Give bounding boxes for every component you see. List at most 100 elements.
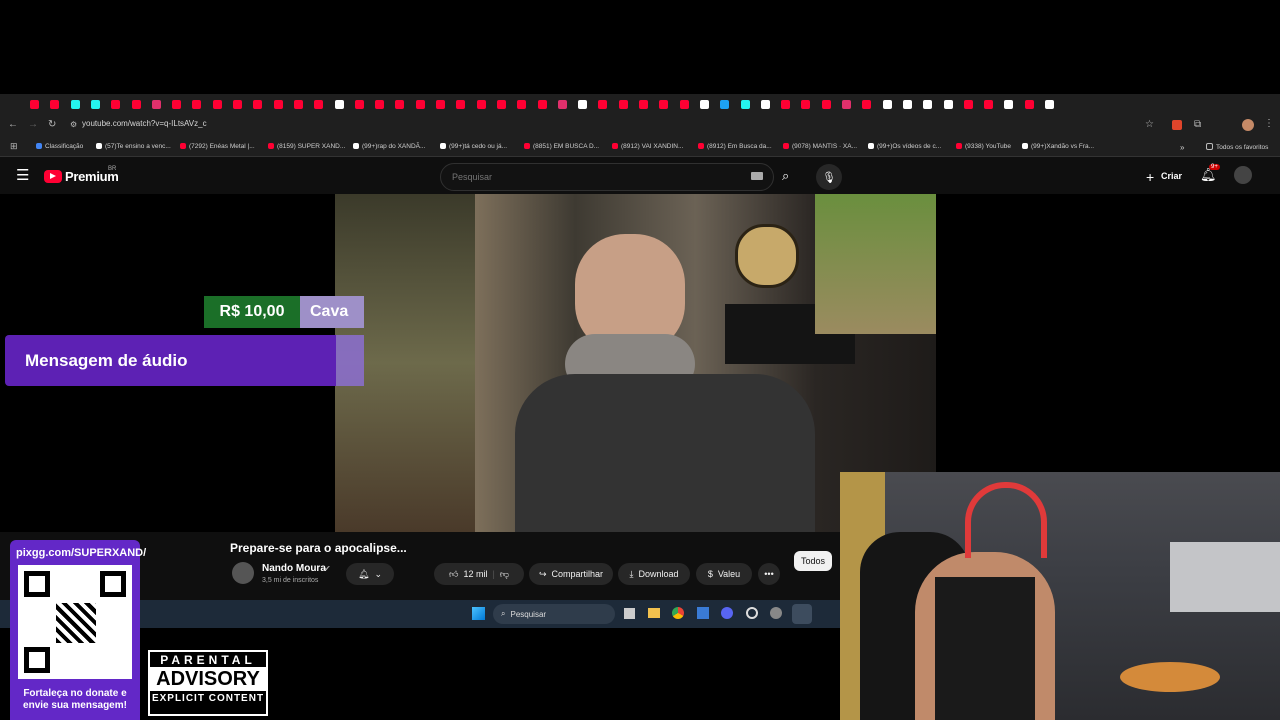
bookmark-item[interactable]: (99+)rap do XANDÃ... [353,143,425,150]
hamburger-menu-icon[interactable]: ☰ [16,166,29,184]
bookmark-item[interactable]: Classificação [36,143,83,150]
tab-favicon-icon[interactable] [1004,100,1014,109]
tab-favicon-icon[interactable] [821,100,831,109]
bookmark-item[interactable]: (7292) Enéas Metal |... [180,143,255,150]
tab-favicon-icon[interactable] [253,100,263,109]
app-icon[interactable] [697,607,709,619]
task-view-icon[interactable] [624,608,635,619]
download-button[interactable]: ⤓ Download [618,563,690,585]
tab-favicon-icon[interactable] [273,100,283,109]
tab-favicon-icon[interactable] [436,100,445,109]
steam-icon[interactable] [792,604,812,624]
tab-favicon-icon[interactable] [212,100,222,109]
tab-favicon-icon[interactable] [476,100,486,109]
share-button[interactable]: ↪ Compartilhar [529,563,613,585]
tab-favicon-icon[interactable] [415,100,425,109]
subscribed-button[interactable]: 🔔︎ ⌄ [346,563,394,585]
tab-favicon-icon[interactable] [923,100,933,109]
tab-favicon-icon[interactable] [882,100,892,109]
tab-favicon-icon[interactable] [943,100,953,109]
thanks-button[interactable]: $ Valeu [696,563,752,585]
reload-icon[interactable]: ↻ [48,119,56,130]
tab-favicon-icon[interactable] [537,100,547,109]
keyboard-icon[interactable] [751,172,763,180]
tab-favicon-icon[interactable] [50,100,60,109]
chrome-icon[interactable] [672,607,684,619]
tab-favicon-icon[interactable] [395,100,405,109]
bookmark-item[interactable]: (8159) SUPER XAND... [268,143,345,150]
tab-favicon-icon[interactable] [598,100,608,109]
tab-favicon-icon[interactable] [30,100,39,109]
forward-icon[interactable]: → [28,119,38,130]
account-avatar[interactable] [1234,166,1252,184]
tab-favicon-icon[interactable] [293,100,303,109]
bookmark-item[interactable]: (9078) MANTIS · XA... [783,143,857,150]
search-input[interactable] [450,168,754,186]
bookmark-item[interactable]: (99+)Xandão vs Fra... [1022,143,1094,150]
site-info-icon[interactable]: ⚙ [70,120,77,129]
tab-favicon-icon[interactable] [842,100,851,109]
channel-avatar[interactable] [232,562,254,584]
tab-favicon-icon[interactable] [699,100,709,109]
bookmark-item[interactable]: (99+)Os vídeos de c... [868,143,941,150]
create-button[interactable]: Criar [1161,171,1182,181]
extensions-icon[interactable]: ⧉ [1194,119,1201,130]
tab-favicon-icon[interactable] [984,100,994,109]
menu-icon[interactable]: ⋮ [1264,118,1274,129]
tab-favicon-icon[interactable] [618,100,628,109]
extension-icon[interactable] [1172,120,1182,130]
tab-favicon-icon[interactable] [639,100,648,109]
more-actions-icon[interactable]: ••• [758,563,780,585]
tab-favicon-icon[interactable] [314,100,324,109]
like-count[interactable]: 12 mil [463,569,487,579]
tab-favicon-icon[interactable] [172,100,182,109]
bookmark-item[interactable]: (8851) EM BUSCA D... [524,143,599,150]
search-icon[interactable]: ⌕ [782,168,789,184]
url-text[interactable]: youtube.com/watch?v=q-ILtsAVz_c [82,119,207,128]
tab-favicon-icon[interactable] [70,100,80,109]
settings-icon[interactable] [770,607,782,619]
tab-favicon-icon[interactable] [902,100,912,109]
tab-favicon-icon[interactable] [192,100,202,109]
tab-favicon-icon[interactable] [679,100,689,109]
tab-favicon-icon[interactable] [233,100,242,109]
voice-search-icon[interactable]: 🎙︎ [816,164,842,190]
tab-favicon-icon[interactable] [862,100,872,109]
tab-favicon-icon[interactable] [375,100,385,109]
file-explorer-icon[interactable] [648,608,660,618]
windows-start-icon[interactable] [472,607,485,620]
tab-favicon-icon[interactable] [740,100,750,109]
tab-favicon-icon[interactable] [334,100,344,109]
tab-favicon-icon[interactable] [760,100,770,109]
all-bookmarks[interactable]: Todos os favoritos [1206,143,1268,151]
profile-avatar[interactable] [1242,119,1254,131]
tab-favicon-icon[interactable] [801,100,811,109]
tab-favicon-icon[interactable] [354,100,364,109]
search-box[interactable] [440,163,774,191]
more-bookmarks-icon[interactable]: » [1180,143,1184,152]
tab-favicon-icon[interactable] [151,100,161,109]
dislike-icon[interactable]: 👎︎ [500,569,509,580]
tab-favicon-icon[interactable] [720,100,730,109]
filter-chip-all[interactable]: Todos [794,551,832,571]
tab-favicon-icon[interactable] [456,100,466,109]
back-icon[interactable]: ← [8,119,18,130]
tab-favicon-icon[interactable] [1024,100,1034,109]
bookmark-item[interactable]: (57)Te ensino a venc... [96,143,171,150]
channel-name[interactable]: Nando Moura [262,563,326,574]
tab-favicon-icon[interactable] [131,100,141,109]
tab-favicon-icon[interactable] [659,100,669,109]
like-icon[interactable]: 👍︎ [449,569,458,580]
apps-icon[interactable]: ⊞ [10,141,18,152]
app-icon[interactable] [721,607,733,619]
tab-favicon-icon[interactable] [90,100,100,109]
tab-favicon-icon[interactable] [963,100,973,109]
tab-favicon-icon[interactable] [781,100,791,109]
bookmark-item[interactable]: (8912) VAI XANDIN... [612,143,683,150]
tab-favicon-icon[interactable] [1045,100,1054,109]
tab-favicon-icon[interactable] [111,100,121,109]
taskbar-search[interactable]: ⌕ Pesquisar [493,604,615,624]
bookmark-star-icon[interactable]: ☆ [1145,119,1154,130]
tab-favicon-icon[interactable] [517,100,527,109]
bookmark-item[interactable]: (99+)tá cedo ou já... [440,143,507,150]
